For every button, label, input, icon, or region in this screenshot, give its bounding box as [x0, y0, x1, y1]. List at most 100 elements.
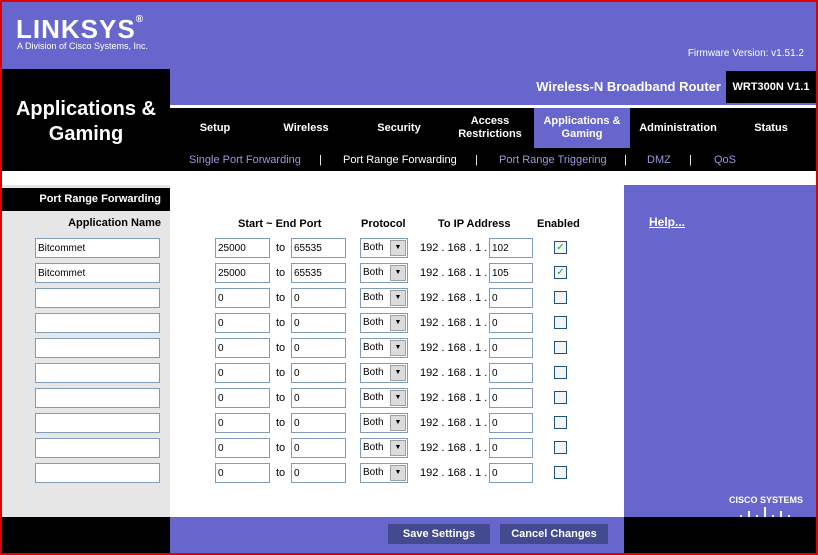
end-port-input[interactable]	[291, 413, 346, 433]
subtab-qos[interactable]: QoS	[714, 154, 736, 166]
enabled-checkbox[interactable]	[554, 466, 567, 479]
enabled-checkbox[interactable]	[554, 366, 567, 379]
subtab-port-range-forwarding[interactable]: Port Range Forwarding	[343, 154, 457, 166]
save-settings-button[interactable]: Save Settings	[388, 524, 490, 544]
ip-prefix: 192 . 168 . 1 .	[420, 417, 488, 429]
protocol-select[interactable]: Both ▼	[360, 338, 408, 358]
ip-last-octet-input[interactable]	[489, 413, 533, 433]
to-label: to	[276, 467, 286, 479]
chevron-down-icon[interactable]: ▼	[390, 440, 406, 456]
ip-last-octet-input[interactable]	[489, 463, 533, 483]
start-port-input[interactable]	[215, 238, 270, 258]
tab-setup[interactable]: Setup	[170, 108, 260, 148]
start-port-input[interactable]	[215, 413, 270, 433]
cancel-changes-button[interactable]: Cancel Changes	[500, 524, 608, 544]
protocol-value: Both	[363, 367, 384, 378]
enabled-checkbox[interactable]	[554, 316, 567, 329]
end-port-input[interactable]	[291, 238, 346, 258]
application-name-input[interactable]	[35, 263, 160, 283]
tab-status[interactable]: Status	[726, 108, 816, 148]
product-band: Wireless-N Broadband Router WRT300N V1.1	[170, 69, 816, 105]
section-title: Port Range Forwarding	[2, 188, 170, 211]
application-name-input[interactable]	[35, 463, 160, 483]
enabled-checkbox[interactable]	[554, 441, 567, 454]
protocol-select[interactable]: Both ▼	[360, 413, 408, 433]
chevron-down-icon[interactable]: ▼	[390, 265, 406, 281]
application-name-input[interactable]	[35, 388, 160, 408]
end-port-input[interactable]	[291, 338, 346, 358]
protocol-value: Both	[363, 442, 384, 453]
subtab-port-range-triggering[interactable]: Port Range Triggering	[499, 154, 607, 166]
enabled-checkbox[interactable]	[554, 391, 567, 404]
protocol-select[interactable]: Both ▼	[360, 438, 408, 458]
start-port-input[interactable]	[215, 338, 270, 358]
ip-last-octet-input[interactable]	[489, 313, 533, 333]
chevron-down-icon[interactable]: ▼	[390, 465, 406, 481]
end-port-input[interactable]	[291, 363, 346, 383]
end-port-input[interactable]	[291, 313, 346, 333]
help-link[interactable]: Help...	[649, 215, 685, 229]
application-name-input[interactable]	[35, 438, 160, 458]
ip-last-octet-input[interactable]	[489, 363, 533, 383]
footer-actions: Save Settings Cancel Changes	[170, 517, 624, 553]
chevron-down-icon[interactable]: ▼	[390, 240, 406, 256]
protocol-select[interactable]: Both ▼	[360, 238, 408, 258]
application-name-input[interactable]	[35, 363, 160, 383]
start-port-input[interactable]	[215, 263, 270, 283]
ip-last-octet-input[interactable]	[489, 438, 533, 458]
protocol-value: Both	[363, 392, 384, 403]
cisco-logo-text: CISCO SYSTEMS	[729, 495, 804, 505]
protocol-select[interactable]: Both ▼	[360, 363, 408, 383]
subtab-single-port-forwarding[interactable]: Single Port Forwarding	[189, 154, 301, 166]
application-name-input[interactable]	[35, 413, 160, 433]
chevron-down-icon[interactable]: ▼	[390, 415, 406, 431]
chevron-down-icon[interactable]: ▼	[390, 315, 406, 331]
application-name-input[interactable]	[35, 288, 160, 308]
protocol-value: Both	[363, 342, 384, 353]
protocol-select[interactable]: Both ▼	[360, 388, 408, 408]
chevron-down-icon[interactable]: ▼	[390, 340, 406, 356]
chevron-down-icon[interactable]: ▼	[390, 365, 406, 381]
enabled-checkbox[interactable]: ✓	[554, 266, 567, 279]
ip-last-octet-input[interactable]	[489, 338, 533, 358]
tab-security[interactable]: Security	[352, 108, 446, 148]
page-title-block: Applications & Gaming	[2, 69, 170, 171]
ip-prefix: 192 . 168 . 1 .	[420, 242, 488, 254]
end-port-input[interactable]	[291, 388, 346, 408]
tab-administration[interactable]: Administration	[630, 108, 726, 148]
enabled-checkbox[interactable]: ✓	[554, 241, 567, 254]
end-port-input[interactable]	[291, 463, 346, 483]
application-name-input[interactable]	[35, 313, 160, 333]
tab-wireless[interactable]: Wireless	[260, 108, 352, 148]
application-name-input[interactable]	[35, 238, 160, 258]
subtab-dmz[interactable]: DMZ	[647, 154, 671, 166]
chevron-down-icon[interactable]: ▼	[390, 290, 406, 306]
enabled-checkbox[interactable]	[554, 416, 567, 429]
chevron-down-icon[interactable]: ▼	[390, 390, 406, 406]
end-port-input[interactable]	[291, 438, 346, 458]
end-port-input[interactable]	[291, 288, 346, 308]
start-port-input[interactable]	[215, 463, 270, 483]
ip-prefix: 192 . 168 . 1 .	[420, 467, 488, 479]
ip-prefix: 192 . 168 . 1 .	[420, 392, 488, 404]
tab-applications-gaming[interactable]: Applications & Gaming	[534, 108, 630, 148]
ip-last-octet-input[interactable]	[489, 388, 533, 408]
start-port-input[interactable]	[215, 438, 270, 458]
start-port-input[interactable]	[215, 313, 270, 333]
protocol-select[interactable]: Both ▼	[360, 313, 408, 333]
start-port-input[interactable]	[215, 388, 270, 408]
enabled-checkbox[interactable]	[554, 341, 567, 354]
end-port-input[interactable]	[291, 263, 346, 283]
ip-last-octet-input[interactable]	[489, 288, 533, 308]
ip-last-octet-input[interactable]	[489, 238, 533, 258]
ip-last-octet-input[interactable]	[489, 263, 533, 283]
enabled-checkbox[interactable]	[554, 291, 567, 304]
application-name-input[interactable]	[35, 338, 160, 358]
protocol-select[interactable]: Both ▼	[360, 463, 408, 483]
footer-left	[2, 517, 170, 553]
start-port-input[interactable]	[215, 288, 270, 308]
protocol-select[interactable]: Both ▼	[360, 263, 408, 283]
start-port-input[interactable]	[215, 363, 270, 383]
protocol-select[interactable]: Both ▼	[360, 288, 408, 308]
tab-access-restrictions[interactable]: Access Restrictions	[446, 108, 534, 148]
